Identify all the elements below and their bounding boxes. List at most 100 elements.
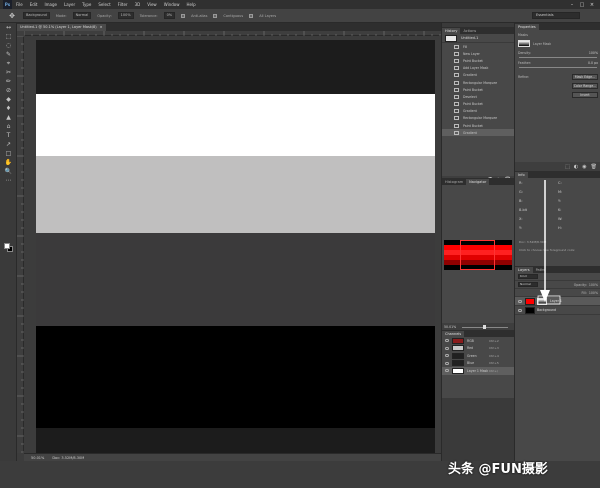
layer-kind-filter[interactable]: Kind <box>518 274 538 279</box>
contiguous-checkbox[interactable] <box>213 13 218 18</box>
apply-mask-icon[interactable]: ◐ <box>574 164 578 170</box>
history-state[interactable]: Fill <box>442 43 515 50</box>
eyedropper-tool-icon[interactable]: ✏ <box>2 77 15 86</box>
layer-thumbnail[interactable] <box>525 297 535 305</box>
menu-item-select[interactable]: Select <box>98 2 110 7</box>
mask-thumbnail[interactable] <box>518 40 530 47</box>
menu-item-file[interactable]: File <box>16 2 23 7</box>
tab-history[interactable]: History <box>442 28 461 34</box>
fill-source-select[interactable]: Background <box>23 12 50 19</box>
channel-row[interactable]: Green Ctrl+4 <box>442 352 515 360</box>
document-canvas[interactable] <box>36 40 435 453</box>
stamp-tool-icon[interactable]: ♦ <box>2 104 15 113</box>
visibility-eye-icon[interactable] <box>445 361 449 365</box>
layer-name[interactable]: Layer 1 <box>550 299 562 303</box>
delete-mask-icon[interactable]: 🗑 <box>591 164 597 170</box>
brush-tool-icon[interactable]: ◆ <box>2 95 15 104</box>
quick-select-tool-icon[interactable]: ✎ <box>2 50 15 59</box>
layer-row[interactable]: Background <box>515 306 600 315</box>
layer-name[interactable]: Background <box>537 308 556 312</box>
menu-item-window[interactable]: Window <box>164 2 180 7</box>
move-tool-icon[interactable]: ✥ <box>7 11 17 21</box>
mode-select[interactable]: Normal <box>72 12 92 19</box>
tab-layers[interactable]: Layers <box>515 267 533 273</box>
type-tool-icon[interactable]: T <box>2 131 15 140</box>
document-tab[interactable]: Untitled-1 @ 50.1% (Layer 1, Layer Mask/… <box>17 24 106 31</box>
history-state[interactable]: Paint Bucket <box>442 86 515 93</box>
history-snapshot[interactable]: Untitled-1 <box>442 34 515 43</box>
feather-slider[interactable] <box>519 67 597 68</box>
crop-tool-icon[interactable]: ⌖ <box>2 59 15 68</box>
blend-mode-select[interactable]: Normal <box>518 282 538 287</box>
layer-opacity-value[interactable]: 100% <box>589 283 598 287</box>
path-select-tool-icon[interactable]: ↗ <box>2 140 15 149</box>
history-state[interactable]: Rectangular Marquee <box>442 115 515 122</box>
layer-mask-thumbnail[interactable] <box>537 297 547 305</box>
density-slider[interactable] <box>519 57 597 58</box>
all-layers-checkbox[interactable] <box>249 13 254 18</box>
maximize-icon[interactable]: □ <box>577 1 587 8</box>
channel-row[interactable]: Blue Ctrl+5 <box>442 360 515 368</box>
hand-tool-icon[interactable]: ✋ <box>2 158 15 167</box>
invert-button[interactable]: Invert <box>572 91 598 98</box>
eraser-tool-icon[interactable]: ⌂ <box>2 122 15 131</box>
menu-item-image[interactable]: Image <box>44 2 57 7</box>
visibility-eye-icon[interactable] <box>445 339 449 343</box>
tab-properties[interactable]: Properties <box>515 24 539 30</box>
navigator-preview[interactable] <box>444 240 512 270</box>
visibility-eye-icon[interactable] <box>445 354 449 358</box>
lasso-tool-icon[interactable]: ◌ <box>2 41 15 50</box>
layer-fill-value[interactable]: 100% <box>589 291 598 295</box>
opacity-input[interactable]: 100% <box>117 12 134 19</box>
channel-row[interactable]: Red Ctrl+3 <box>442 345 515 353</box>
minimize-icon[interactable]: – <box>567 1 577 8</box>
zoom-level[interactable]: 50.01% <box>31 456 44 460</box>
history-state[interactable]: Gradient <box>442 108 515 115</box>
navigator-zoom-slider[interactable] <box>462 324 509 329</box>
history-state[interactable]: Rectangular Marquee <box>442 79 515 86</box>
color-range-button[interactable]: Color Range... <box>572 82 598 89</box>
zoom-tool-icon[interactable]: 🔍 <box>2 167 15 176</box>
navigator-zoom-knob[interactable] <box>482 324 486 329</box>
navigator-zoom-value[interactable]: 50.01% <box>444 325 456 329</box>
close-tab-icon[interactable]: × <box>100 24 103 31</box>
marquee-tool-icon[interactable]: ⬚ <box>2 32 15 41</box>
anti-alias-checkbox[interactable] <box>181 13 186 18</box>
mask-edge-button[interactable]: Mask Edge... <box>572 73 598 80</box>
menu-item-3d[interactable]: 3D <box>135 2 141 7</box>
tab-paths[interactable]: Paths <box>533 267 549 273</box>
visibility-eye-icon[interactable] <box>445 346 449 350</box>
menu-item-edit[interactable]: Edit <box>30 2 38 7</box>
tab-info[interactable]: Info <box>515 172 528 178</box>
vertical-ruler[interactable] <box>17 35 24 453</box>
layer-thumbnail[interactable] <box>525 306 535 314</box>
history-state[interactable]: Paint Bucket <box>442 122 515 129</box>
close-window-icon[interactable]: × <box>587 1 597 8</box>
disable-mask-icon[interactable]: ◉ <box>582 164 586 170</box>
menu-item-type[interactable]: Type <box>82 2 91 7</box>
menu-item-layer[interactable]: Layer <box>64 2 75 7</box>
history-brush-tool-icon[interactable]: ▲ <box>2 113 15 122</box>
load-selection-icon[interactable]: ⬚ <box>565 164 570 170</box>
workspace-select[interactable]: Essentials <box>532 12 580 19</box>
history-state[interactable]: Paint Bucket <box>442 101 515 108</box>
tab-channels[interactable]: Channels <box>442 331 465 337</box>
history-state[interactable]: Gradient <box>442 129 515 137</box>
history-state[interactable]: Deselect <box>442 93 515 100</box>
visibility-eye-icon[interactable] <box>518 299 522 303</box>
visibility-eye-icon[interactable] <box>518 308 522 312</box>
density-value[interactable]: 100% <box>589 51 598 55</box>
menu-item-view[interactable]: View <box>147 2 157 7</box>
navigator-view-box[interactable] <box>460 240 495 270</box>
tab-actions[interactable]: Actions <box>460 28 479 34</box>
tolerance-input[interactable]: 0% <box>163 12 176 19</box>
shape-tool-icon[interactable]: □ <box>2 149 15 158</box>
move-tool-icon[interactable]: ↔ <box>2 23 15 32</box>
menu-item-filter[interactable]: Filter <box>118 2 128 7</box>
channel-row[interactable]: Layer 1 Mask Ctrl+\ <box>442 367 515 375</box>
history-state[interactable]: Gradient <box>442 72 515 79</box>
slice-tool-icon[interactable]: ✂ <box>2 68 15 77</box>
history-state[interactable]: New Layer <box>442 50 515 57</box>
layer-row[interactable]: Layer 1 <box>515 297 600 306</box>
history-state[interactable]: Paint Bucket <box>442 57 515 64</box>
